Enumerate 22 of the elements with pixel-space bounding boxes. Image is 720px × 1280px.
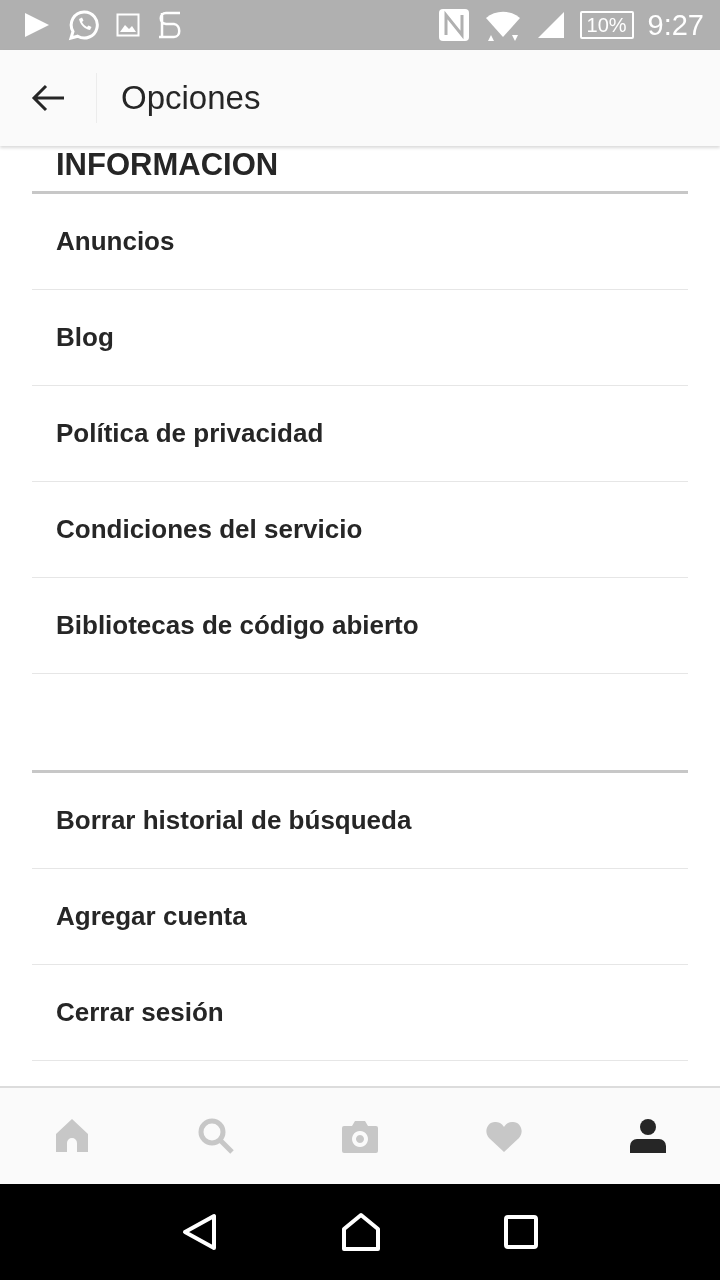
chat-icon: [68, 9, 100, 41]
person-icon[interactable]: [628, 1116, 668, 1156]
battery-level: 10%: [586, 13, 627, 37]
overview-icon[interactable]: [504, 1215, 539, 1249]
menu-item[interactable]: Agregar cuenta: [56, 901, 247, 932]
menu-item[interactable]: Bibliotecas de código abierto: [56, 610, 419, 641]
menu-item[interactable]: Condiciones del servicio: [56, 514, 363, 545]
menu-item[interactable]: Política de privacidad: [56, 418, 324, 449]
back-icon[interactable]: [181, 1212, 218, 1252]
image-icon: [116, 13, 140, 37]
clock: 9:27: [647, 8, 704, 42]
wifi-icon: [483, 9, 522, 41]
menu-item[interactable]: Borrar historial de búsqueda: [56, 805, 412, 836]
section-heading: INFORMACION: [55, 146, 280, 182]
home-icon[interactable]: [341, 1212, 381, 1252]
menu-item[interactable]: Blog: [56, 322, 114, 353]
menu-item[interactable]: Cerrar sesión: [56, 997, 224, 1028]
search-icon[interactable]: [196, 1116, 236, 1156]
screen-title: Opciones: [121, 79, 261, 117]
back-arrow-icon: [30, 83, 66, 113]
nfc-icon: [437, 8, 470, 42]
menu-item[interactable]: Anuncios: [56, 226, 175, 257]
